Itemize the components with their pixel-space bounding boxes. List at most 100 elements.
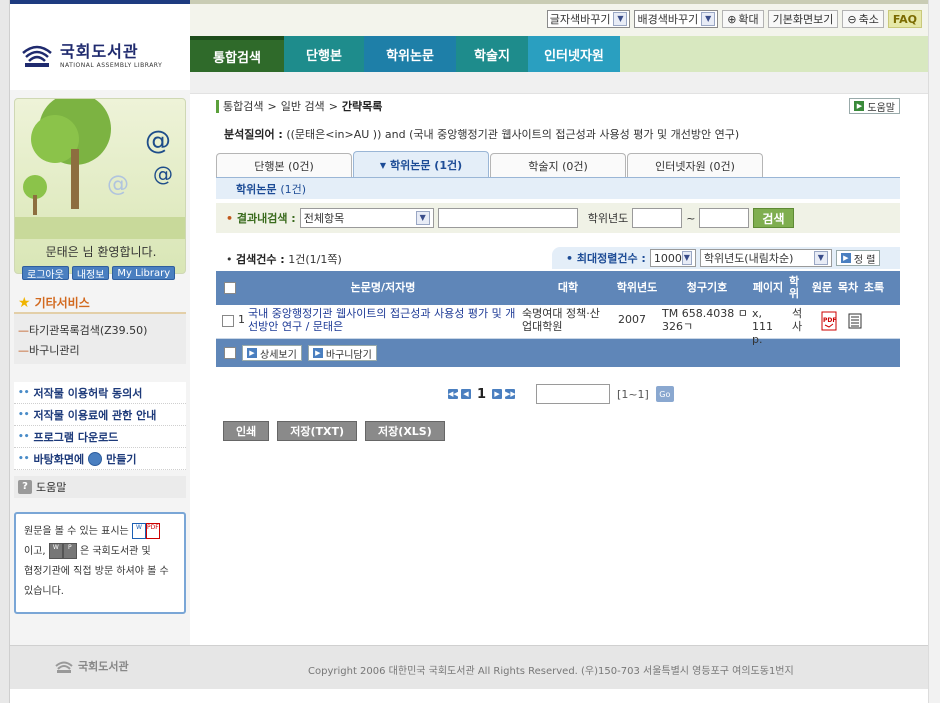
sort-button[interactable]: ▶ 정 렬 [835, 250, 881, 266]
search-button[interactable]: 검색 [753, 208, 794, 228]
footer-select-all-checkbox[interactable] [224, 347, 236, 359]
sort-order-value: 학위년도(내림차순) [703, 252, 794, 265]
chevron-down-icon: ▼ [681, 251, 692, 265]
font-color-select[interactable]: 글자색바꾸기 ▼ [546, 10, 631, 28]
tab-theses[interactable]: ▼ 학위논문 (1건) [353, 151, 489, 178]
logout-button[interactable]: 로그아웃 [22, 266, 69, 281]
bullet-icon: •• [18, 431, 30, 442]
footer-logo: 국회도서관 [54, 658, 129, 674]
toc-icon[interactable] [848, 313, 862, 332]
pdf-icon[interactable]: PDF [818, 311, 840, 334]
max-sort-select[interactable]: 1000 ▼ [649, 249, 696, 267]
nav-tab-journals[interactable]: 학술지 [456, 36, 528, 72]
link-copyright-fee[interactable]: •• 저작물 이용료에 관한 안내 [14, 404, 186, 426]
refine-search-input[interactable] [437, 208, 578, 228]
breadcrumb-separator: > [328, 99, 338, 113]
result-count: • 검색건수 : 1건(1/1쪽) [226, 253, 342, 266]
table-footer: ▶ 상세보기 ▶ 바구니담기 [216, 339, 900, 367]
query-text: ((문태은<in>AU )) and (국내 중앙행정기관 웹사이트의 접근성과… [286, 128, 740, 141]
go-button[interactable]: Go [655, 386, 674, 402]
link-desktop-shortcut[interactable]: •• 바탕화면에 만들기 [14, 448, 186, 470]
services-title-text: 기타서비스 [34, 296, 90, 310]
table-row: 1 국내 중앙행정기관 웹사이트의 접근성과 사용성 평가 및 개선방안 연구 … [216, 305, 900, 346]
bullet-icon: •• [18, 409, 30, 420]
current-page[interactable]: 1 [477, 387, 486, 402]
col-fulltext: 원문 [811, 281, 833, 294]
page-footer: 국회도서관 Copyright 2006 대한민국 국회도서관 All Righ… [10, 645, 928, 689]
scrollbar[interactable] [928, 0, 940, 703]
footer-logo-text: 국회도서관 [78, 660, 129, 673]
col-callno[interactable]: 청구기호 [662, 271, 752, 305]
my-library-button[interactable]: My Library [112, 266, 176, 280]
row-number: 1 [238, 313, 245, 326]
sort-button-label: 정 렬 [853, 254, 876, 266]
nav-tab-internet-resources[interactable]: 인터넷자원 [528, 36, 620, 72]
bg-color-label: 배경색바꾸기 [637, 13, 699, 26]
add-to-basket-label: 바구니담기 [325, 349, 372, 361]
save-xls-button[interactable]: 저장(XLS) [365, 421, 445, 441]
service-link-z3950[interactable]: —타기관목록검색(Z39.50) [18, 322, 186, 338]
year-to-input[interactable] [699, 208, 750, 228]
my-info-button[interactable]: 내정보 [71, 266, 110, 281]
link-label: 프로그램 다운로드 [33, 430, 119, 444]
site-logo[interactable]: 국회도서관 NATIONAL ASSEMBLY LIBRARY [20, 38, 162, 69]
bg-color-select[interactable]: 배경색바꾸기 ▼ [634, 10, 719, 28]
field-select[interactable]: 전체항목 ▼ [299, 208, 434, 228]
last-page-icon[interactable]: ▶▶ [505, 389, 516, 399]
sort-order-select[interactable]: 학위년도(내림차순) ▼ [699, 249, 832, 267]
detail-view-label: 상세보기 [260, 349, 297, 361]
link-program-download[interactable]: •• 프로그램 다운로드 [14, 426, 186, 448]
thesis-title-link[interactable]: 국내 중앙행정기관 웹사이트의 접근성과 사용성 평가 및 개선방안 연구 / … [248, 307, 520, 333]
add-to-basket-button[interactable]: ▶ 바구니담기 [307, 345, 377, 361]
chevron-down-icon: ▼ [701, 12, 716, 26]
tab-internet-resources[interactable]: 인터넷자원 (0건) [627, 153, 763, 177]
refine-label-text: 결과내검색 : [236, 212, 296, 225]
tab-journals[interactable]: 학술지 (0건) [490, 153, 626, 177]
refine-search-bar: • 결과내검색 : 전체항목 ▼ 학위년도 ~ 검색 [216, 203, 900, 233]
service-link-basket[interactable]: —바구니관리 [18, 342, 186, 358]
col-school[interactable]: 대학 [528, 271, 608, 305]
breadcrumb-general-search[interactable]: 일반 검색 [281, 98, 325, 114]
default-view-button[interactable]: 기본화면보기 [767, 10, 839, 28]
row-checkbox[interactable] [222, 315, 234, 330]
range-separator: ~ [686, 211, 696, 225]
nav-tab-books[interactable]: 단행본 [284, 36, 364, 72]
count-label: 검색건수 : [236, 253, 285, 266]
question-icon: ? [18, 480, 32, 494]
services-box: —타기관목록검색(Z39.50) —바구니관리 [14, 312, 186, 364]
service-label: 타기관목록검색(Z39.50) [29, 324, 148, 337]
link-copyright-consent[interactable]: •• 저작물 이용허락 동의서 [14, 382, 186, 404]
count-value: 1건(1/1쪽) [288, 253, 342, 266]
col-title[interactable]: 논문명/저자명 [238, 271, 528, 305]
faq-button[interactable]: FAQ [887, 10, 922, 28]
breadcrumb-home[interactable]: 통합검색 [223, 98, 263, 114]
nav-tab-theses[interactable]: 학위논문 [364, 36, 456, 72]
link-label: 저작물 이용료에 관한 안내 [33, 408, 157, 422]
help-button[interactable]: ▶ 도움말 [849, 98, 900, 114]
face-icon [88, 451, 103, 466]
zoom-in-button[interactable]: ⊕ 확대 [722, 10, 764, 28]
page-range: [1~1] [617, 387, 649, 401]
tab-books[interactable]: 단행본 (0건) [216, 153, 352, 177]
nav-tab-integrated-search[interactable]: 통합검색 [190, 36, 284, 72]
page-number-input[interactable] [536, 384, 611, 404]
sort-label-text: 최대정렬건수 : [576, 252, 646, 265]
first-page-icon[interactable]: ◀◀ [448, 389, 459, 399]
year-from-input[interactable] [632, 208, 683, 228]
logo-text: 국회도서관 [60, 42, 139, 61]
zoom-in-icon: ⊕ [727, 12, 737, 26]
chevron-down-icon: ▼ [415, 211, 430, 225]
sidebar-help[interactable]: ? 도움말 [14, 476, 186, 498]
link-label: 바탕화면에 [33, 452, 85, 466]
save-txt-button[interactable]: 저장(TXT) [277, 421, 358, 441]
library-emblem-icon [55, 661, 73, 673]
col-year[interactable]: 학위년도 [614, 271, 660, 305]
zoom-out-button[interactable]: ⊖ 축소 [842, 10, 884, 28]
info-text: 원문을 볼 수 있는 표시는 [24, 526, 129, 537]
prev-page-icon[interactable]: ◀ [461, 389, 471, 399]
detail-view-button[interactable]: ▶ 상세보기 [242, 345, 302, 361]
next-page-icon[interactable]: ▶ [492, 389, 503, 399]
select-all-checkbox[interactable] [222, 271, 238, 305]
print-button[interactable]: 인쇄 [223, 421, 270, 441]
svg-text:PDF: PDF [823, 317, 836, 324]
